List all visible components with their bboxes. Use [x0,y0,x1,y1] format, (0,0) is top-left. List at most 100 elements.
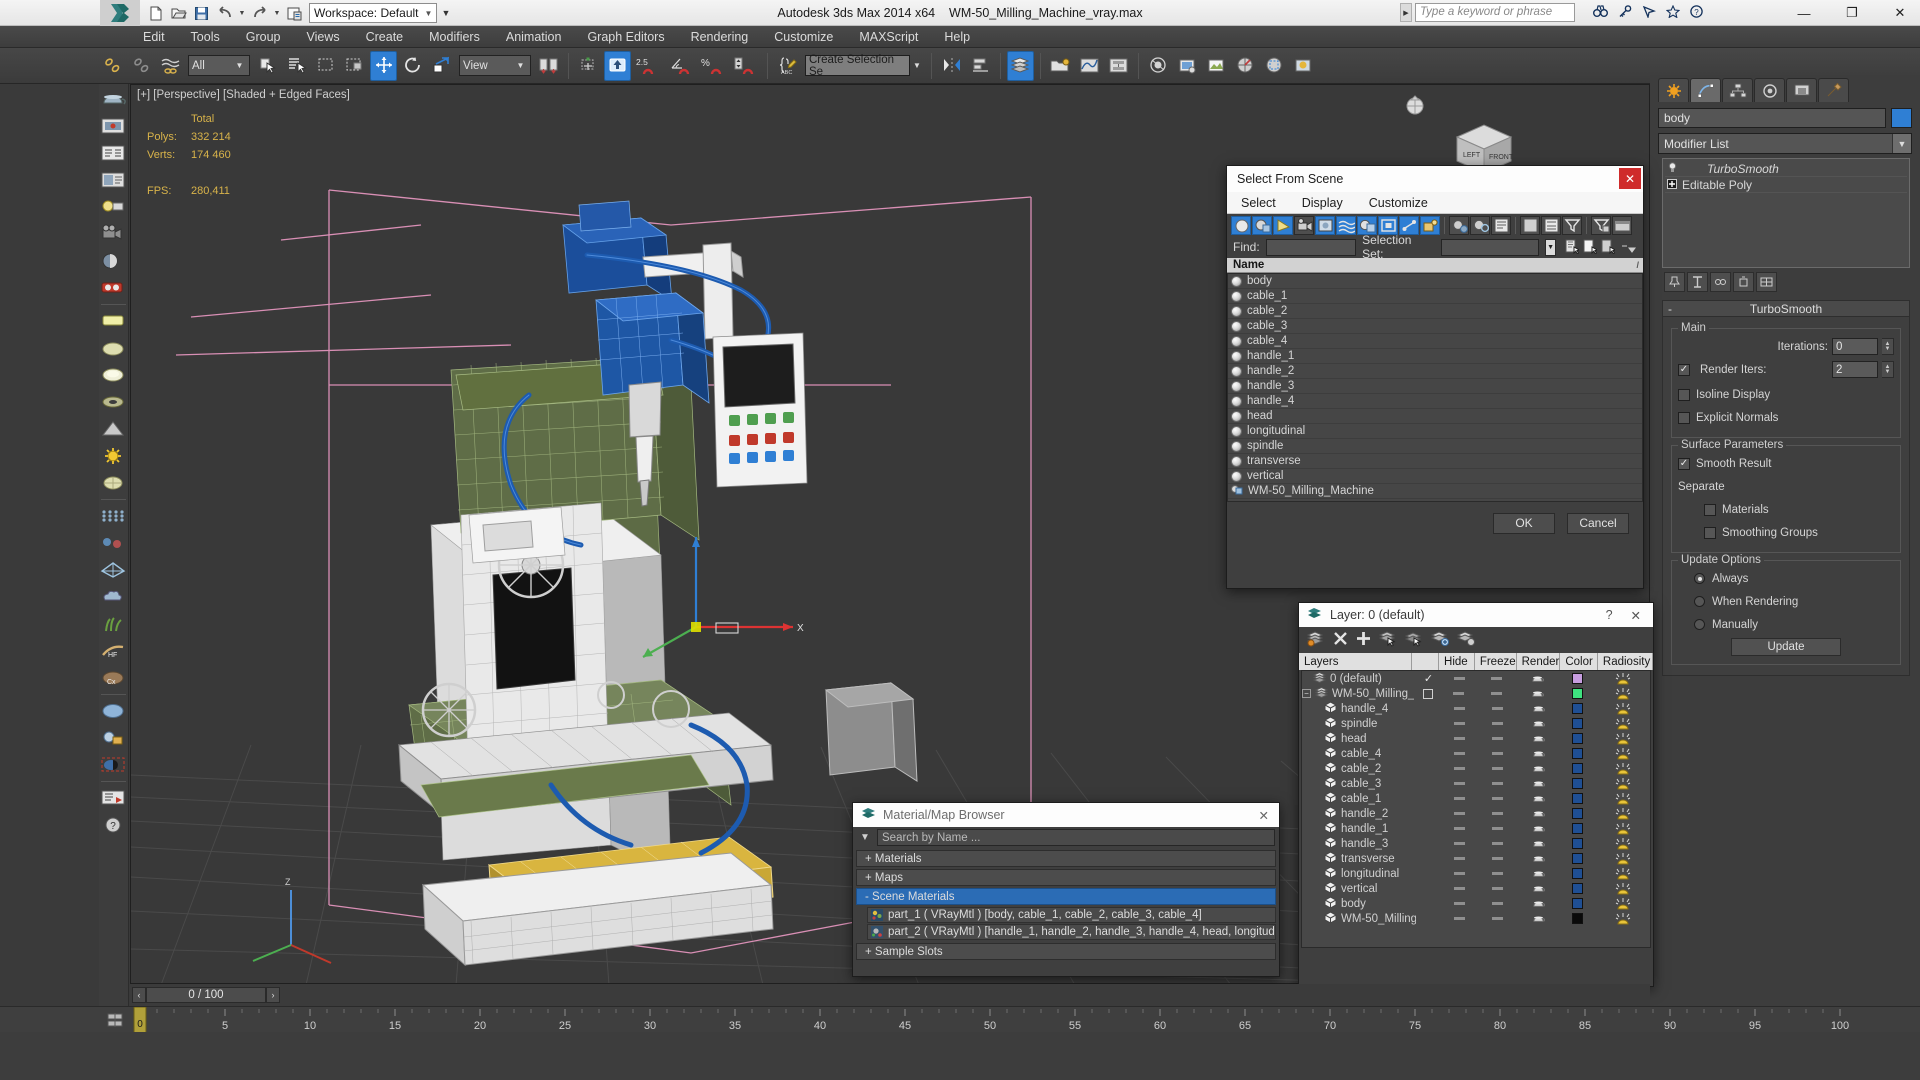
render-toggle-teapot-icon[interactable] [1516,686,1558,701]
freeze-toggle[interactable] [1477,746,1517,761]
select-and-move-icon[interactable] [370,50,397,81]
mirror-icon[interactable] [938,51,965,81]
update-always-radio[interactable] [1694,573,1705,584]
hide-toggle[interactable] [1443,866,1478,881]
radiosity-toggle-icon[interactable] [1596,686,1650,701]
layer-row[interactable]: − WM-50_Milling_Mach [1302,686,1650,701]
layer-row[interactable]: longitudinal [1302,866,1650,881]
layer-column-freeze[interactable]: Freeze [1475,653,1517,670]
modifier-stack-item[interactable]: TurboSmooth [1665,161,1907,177]
menu-animation[interactable]: Animation [493,26,575,48]
render-toggle-teapot-icon[interactable] [1518,821,1560,836]
add-selection-to-layer-icon[interactable] [1356,631,1371,649]
expander-icon[interactable]: − [1302,689,1311,698]
delete-layer-icon[interactable] [1333,631,1348,649]
select-and-rotate-icon[interactable] [399,51,426,81]
layer-color-swatch[interactable] [1559,821,1596,836]
material-search-input[interactable]: Search by Name ... [877,829,1275,846]
layer-select-box[interactable] [1416,746,1442,761]
render-toggle-teapot-icon[interactable] [1518,851,1560,866]
scene-node-row[interactable]: handle_1 [1228,349,1642,364]
layer-column-color[interactable]: Color [1560,653,1598,670]
hide-toggle[interactable] [1443,836,1478,851]
update-manually-radio[interactable] [1694,619,1705,630]
pin-stack-icon[interactable] [1664,272,1685,292]
space-warps-filter-icon[interactable] [1336,215,1356,235]
render-toggle-teapot-icon[interactable] [1518,731,1560,746]
lightbulb-icon[interactable] [1667,161,1678,176]
lights-filter-icon[interactable] [1273,215,1293,235]
rollout-header[interactable]: - TurboSmooth [1663,301,1909,317]
close-icon[interactable]: ✕ [1631,608,1641,623]
select-layer-objects-icon[interactable] [1378,630,1397,650]
isoline-display-checkbox[interactable] [1678,388,1690,401]
layer-column-layers[interactable]: Layers [1299,653,1412,670]
close-icon[interactable]: ✕ [1619,168,1641,189]
freeze-toggle[interactable] [1477,716,1517,731]
save-file-icon[interactable] [191,3,212,24]
layer-rows[interactable]: 0 (default) ✓ − WM-50_Milling_Mach handle_4s… [1301,670,1651,948]
radiosity-toggle-icon[interactable] [1596,896,1650,911]
scene-explorer-icon[interactable] [1047,51,1074,81]
scene-node-row[interactable]: spindle [1228,439,1642,454]
video-post-icon[interactable] [99,248,127,274]
layer-color-swatch[interactable] [1559,881,1596,896]
scene-node-row[interactable]: vertical [1228,469,1642,484]
infocenter-expand-icon[interactable]: ▶ [1400,3,1412,22]
render-toggle-teapot-icon[interactable] [1518,911,1560,926]
remove-modifier-icon[interactable] [1733,272,1754,292]
separate-smoothing-groups-checkbox[interactable] [1704,526,1716,539]
material-item-row[interactable]: part_2 ( VRayMtl ) [handle_1, handle_2, … [867,924,1276,940]
selection-set-dropdown-icon[interactable]: ▼ [1545,238,1556,256]
spinner-snap-toggle-icon[interactable] [731,51,761,81]
layer-select-box[interactable] [1416,776,1442,791]
layer-row[interactable]: spindle [1302,716,1650,731]
modifier-stack[interactable]: TurboSmooth Editable Poly [1662,158,1910,268]
chevron-down-icon[interactable]: ▼ [1892,134,1911,153]
list-types-collapse-all-icon[interactable] [1520,215,1540,235]
find-input[interactable] [1265,238,1357,256]
menu-views[interactable]: Views [293,26,352,48]
sample-slots-group[interactable]: + Sample Slots [856,943,1276,960]
edit-named-selection-sets-icon[interactable]: ABC [774,51,801,81]
create-layer-from-selection-icon[interactable] [1430,630,1449,650]
freeze-toggle[interactable] [1477,776,1517,791]
communication-center-icon[interactable] [1642,5,1656,21]
render-iters-field[interactable]: 2 [1832,361,1878,378]
menu-edit[interactable]: Edit [130,26,178,48]
freeze-toggle[interactable] [1477,761,1517,776]
configure-modifier-sets-icon[interactable] [1756,272,1777,292]
help-icon[interactable]: ? [1606,608,1613,623]
activeshade-icon[interactable] [1290,51,1317,81]
create-selection-set-icon[interactable] [1565,239,1581,255]
layer-column-hide[interactable]: Hide [1439,653,1475,670]
expand-plus-icon[interactable] [1667,178,1677,192]
radiosity-toggle-icon[interactable] [1596,911,1650,926]
layer-row[interactable]: cable_2 [1302,761,1650,776]
layer-color-swatch[interactable] [1559,731,1596,746]
filter-funnel-icon[interactable]: ▼ [857,832,873,843]
sfs-menu-select[interactable]: Select [1241,196,1276,210]
freeze-toggle[interactable] [1477,836,1517,851]
render-toggle-teapot-icon[interactable] [1518,776,1560,791]
render-toggle-teapot-icon[interactable] [1518,881,1560,896]
cloud-icon[interactable] [99,584,127,610]
layer-color-swatch[interactable] [1559,791,1596,806]
camera-icon[interactable] [99,221,127,247]
app-logo-button[interactable] [100,0,140,26]
menu-create[interactable]: Create [353,26,417,48]
scene-node-row[interactable]: handle_3 [1228,379,1642,394]
current-layer-check[interactable]: ✓ [1415,671,1441,686]
particle-flow-icon[interactable] [99,530,127,556]
layer-color-swatch[interactable] [1559,761,1596,776]
render-toggle-teapot-icon[interactable] [1518,791,1560,806]
bones-filter-icon[interactable] [1399,215,1419,235]
workspace-expand-icon[interactable]: ▼ [439,3,452,24]
particle-array-icon[interactable] [99,503,127,529]
modifier-stack-item[interactable]: Editable Poly [1665,177,1907,193]
select-and-link-icon[interactable] [99,51,126,81]
advanced-filter-icon[interactable] [1591,215,1611,235]
radiosity-toggle-icon[interactable] [1596,821,1650,836]
open-file-icon[interactable] [168,3,189,24]
render-toggle-teapot-icon[interactable] [1518,746,1560,761]
